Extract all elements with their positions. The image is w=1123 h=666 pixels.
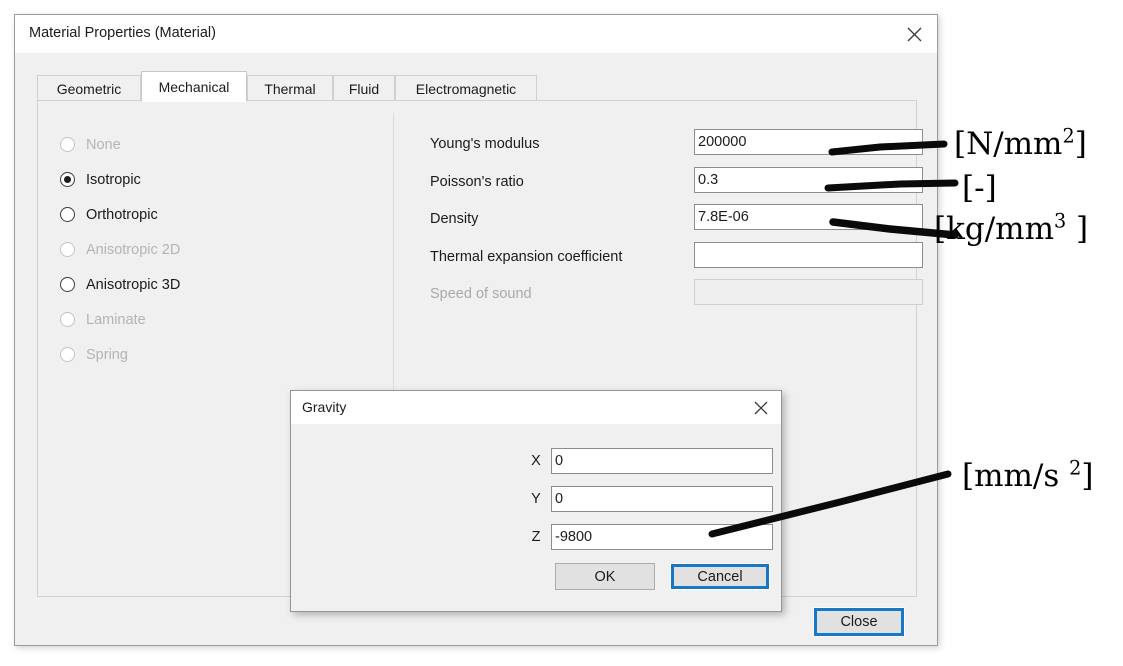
row-poissons-ratio: Poisson's ratio	[430, 165, 923, 203]
radio-mark-icon	[60, 277, 75, 292]
radio-label: Isotropic	[86, 171, 141, 188]
radio-mark-icon	[60, 207, 75, 222]
input-gravity-y[interactable]	[551, 486, 773, 512]
radio-isotropic[interactable]: Isotropic	[60, 162, 360, 197]
gravity-row-y: Y	[291, 486, 781, 514]
radio-orthotropic[interactable]: Orthotropic	[60, 197, 360, 232]
annotation-exponent: 3	[1053, 209, 1067, 233]
radio-none[interactable]: None	[60, 127, 360, 162]
annotation-text: [N/mm	[954, 126, 1063, 162]
annotation-text-tail: ]	[1081, 458, 1094, 494]
annotation-text-tail: ]	[1074, 126, 1087, 162]
radio-spring[interactable]: Spring	[60, 337, 360, 372]
radio-anisotropic-2d[interactable]: Anisotropic 2D	[60, 232, 360, 267]
radio-mark-icon	[60, 312, 75, 327]
window-title: Material Properties (Material)	[29, 25, 216, 41]
annotation-text: [-]	[962, 170, 997, 206]
input-speed-of-sound	[694, 279, 923, 305]
tab-geometric[interactable]: Geometric	[37, 75, 141, 101]
radio-label: None	[86, 136, 121, 153]
close-icon[interactable]	[741, 391, 781, 424]
input-gravity-z[interactable]	[551, 524, 773, 550]
input-youngs-modulus[interactable]	[694, 129, 923, 155]
gravity-ok-button[interactable]: OK	[555, 563, 655, 590]
radio-label: Laminate	[86, 311, 146, 328]
input-density[interactable]	[694, 204, 923, 230]
close-button[interactable]: Close	[813, 607, 905, 637]
annotation-exponent: 2	[1062, 124, 1075, 148]
gravity-cancel-button[interactable]: Cancel	[670, 563, 770, 590]
label-gravity-z: Z	[531, 529, 541, 545]
label-density: Density	[430, 211, 479, 227]
input-poissons-ratio[interactable]	[694, 166, 923, 193]
input-thermal-expansion-coefficient[interactable]	[694, 241, 923, 268]
window-titlebar: Material Properties (Material)	[15, 15, 937, 53]
material-model-radio-group: None Isotropic Orthotropic Anisotropic 2…	[60, 127, 360, 372]
annotation-text: [mm/s	[962, 458, 1070, 494]
label-youngs-modulus: Young's modulus	[430, 136, 540, 152]
tab-fluid[interactable]: Fluid	[333, 75, 395, 101]
radio-laminate[interactable]: Laminate	[60, 302, 360, 337]
radio-label: Spring	[86, 346, 128, 363]
tab-thermal[interactable]: Thermal	[247, 75, 333, 101]
radio-mark-icon	[60, 347, 75, 362]
input-gravity-x[interactable]	[551, 448, 773, 474]
label-poissons-ratio: Poisson's ratio	[430, 173, 524, 190]
annotation-density-unit: [kg/mm3 ]	[934, 211, 1089, 247]
gravity-row-x: X	[291, 448, 781, 476]
row-density: Density	[430, 202, 923, 240]
row-thermal-expansion-coefficient: Thermal expansion coefficient	[430, 240, 923, 278]
radio-label: Orthotropic	[86, 206, 158, 223]
gravity-dialog-title: Gravity	[302, 399, 347, 415]
annotation-text-tail: ]	[1066, 211, 1089, 247]
panel-divider	[393, 113, 394, 403]
tab-electromagnetic[interactable]: Electromagnetic	[395, 75, 537, 101]
annotation-gravity-unit: [mm/s 2]	[962, 458, 1094, 494]
annotation-exponent: 2	[1069, 456, 1082, 480]
radio-mark-icon	[60, 137, 75, 152]
row-youngs-modulus: Young's modulus	[430, 127, 923, 165]
gravity-titlebar: Gravity	[291, 391, 781, 424]
label-speed-of-sound: Speed of sound	[430, 286, 532, 302]
tab-mechanical[interactable]: Mechanical	[141, 71, 247, 102]
annotation-youngs-modulus-unit: [N/mm2]	[954, 126, 1087, 162]
close-icon[interactable]	[891, 15, 937, 53]
mechanical-properties-form: Young's modulus Poisson's ratio Density …	[430, 127, 923, 315]
radio-anisotropic-3d[interactable]: Anisotropic 3D	[60, 267, 360, 302]
radio-mark-icon	[60, 242, 75, 257]
radio-label: Anisotropic 2D	[86, 241, 181, 258]
row-speed-of-sound: Speed of sound	[430, 277, 923, 315]
label-thermal-expansion-coefficient: Thermal expansion coefficient	[430, 248, 623, 265]
label-gravity-x: X	[531, 453, 541, 469]
gravity-dialog: Gravity X Y Z OK Cancel	[290, 390, 782, 612]
radio-label: Anisotropic 3D	[86, 276, 181, 293]
label-gravity-y: Y	[531, 491, 541, 507]
gravity-row-z: Z	[291, 524, 781, 552]
screen: Material Properties (Material) Geometric…	[0, 0, 1123, 666]
tab-strip: Geometric Mechanical Thermal Fluid Elect…	[37, 71, 917, 102]
annotation-text: [kg/mm	[934, 211, 1054, 247]
annotation-poissons-ratio-unit: [-]	[962, 173, 997, 204]
radio-mark-icon	[60, 172, 75, 187]
